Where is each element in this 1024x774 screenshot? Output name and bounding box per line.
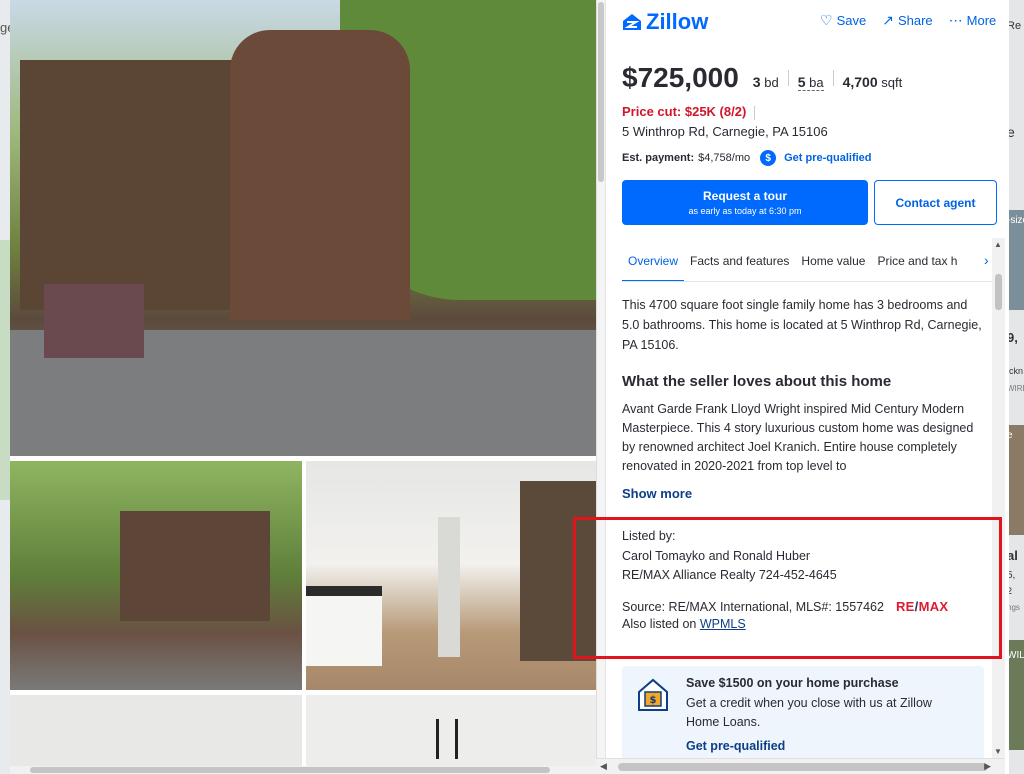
gallery-horizontal-scrollbar[interactable]	[10, 766, 596, 774]
photo-garage-door	[44, 284, 144, 358]
tab-facts-and-features[interactable]: Facts and features	[684, 238, 795, 281]
request-tour-label: Request a tour	[702, 189, 787, 203]
promo-body: Get a credit when you close with us at Z…	[686, 696, 932, 729]
gallery-photo[interactable]	[306, 695, 596, 774]
screen: ge Re e -size 9, ickn WI	[0, 0, 1024, 774]
divider	[832, 70, 834, 86]
beds-stat: 3 bd	[753, 74, 779, 90]
divider	[787, 70, 789, 86]
price-summary: $725,000 3 bd 5 ba 4,700 sqft	[622, 62, 902, 94]
gallery-photo[interactable]	[306, 461, 596, 690]
contact-agent-button[interactable]: Contact agent	[874, 180, 997, 225]
background-map	[0, 240, 10, 500]
est-payment-label: Est. payment:	[622, 152, 695, 164]
seller-description: Avant Garde Frank Lloyd Wright inspired …	[622, 402, 974, 473]
share-label: Share	[897, 13, 933, 28]
scroll-right-arrow-icon[interactable]: ▶	[984, 761, 991, 772]
background-text-fragment: ickn	[1007, 366, 1024, 376]
detail-tabs: Overview Facts and features Home value P…	[622, 238, 998, 282]
get-prequalified-link[interactable]: Get pre-qualified	[784, 152, 871, 164]
dollar-icon: $	[760, 150, 777, 166]
est-payment-value: $4,758/mo	[698, 152, 751, 164]
price-cut-text: Price cut: $25K (8/2)	[622, 104, 747, 119]
photo-house-block	[120, 511, 270, 621]
home-description: This 4700 square foot single family home…	[622, 298, 982, 352]
scrollbar-thumb[interactable]	[995, 274, 1002, 310]
save-label: Save	[836, 13, 867, 28]
zillow-logo[interactable]: Zillow	[622, 9, 708, 35]
gallery-photo-main[interactable]	[10, 0, 596, 456]
tab-overview[interactable]: Overview	[622, 238, 685, 281]
share-icon: ↗	[882, 12, 894, 28]
scrollbar-thumb[interactable]	[30, 767, 550, 773]
scrollbar-thumb[interactable]	[598, 2, 604, 182]
promo-title: Save $1500 on your home purchase	[686, 676, 899, 690]
background-text-fragment: WIRE	[1007, 384, 1024, 393]
photo-kitchen-counter	[306, 586, 382, 666]
photo-house-tower	[230, 30, 410, 320]
beds-unit: bd	[764, 75, 779, 90]
sqft-unit: sqft	[881, 75, 903, 90]
scrollbar-thumb[interactable]	[618, 763, 988, 771]
header-actions: ♡ Save ↗ Share ⋯ More	[820, 12, 996, 29]
svg-text:$: $	[650, 695, 657, 706]
background-text-fragment: WIL	[1007, 650, 1024, 661]
house-dollar-icon: $	[638, 678, 668, 711]
baths-unit: ba	[809, 75, 824, 90]
show-more-button[interactable]: Show more	[622, 486, 988, 501]
scroll-up-arrow-icon[interactable]: ▲	[994, 240, 1002, 249]
photo-gallery	[10, 0, 596, 774]
beds-value: 3	[752, 74, 761, 90]
heart-icon: ♡	[820, 12, 833, 28]
gallery-photo[interactable]	[10, 695, 302, 774]
zillow-logo-text: Zillow	[646, 9, 709, 34]
share-button[interactable]: ↗ Share	[882, 12, 932, 29]
scroll-left-arrow-icon[interactable]: ◀	[600, 761, 607, 772]
save-button[interactable]: ♡ Save	[820, 12, 866, 29]
zillow-logo-icon	[623, 14, 641, 30]
baths-value: 5	[797, 74, 806, 90]
promo-prequalify-link[interactable]: Get pre-qualified	[686, 739, 785, 753]
listing-price: $725,000	[622, 62, 739, 93]
more-label: More	[966, 13, 997, 28]
tab-price-and-tax[interactable]: Price and tax h	[871, 238, 963, 281]
background-page-left: ge	[0, 0, 14, 774]
request-tour-sublabel: as early as today at 6:30 pm	[688, 206, 802, 216]
panel-vertical-scrollbar[interactable]: ▲ ▼	[992, 238, 1005, 758]
sqft-value: 4,700	[842, 74, 878, 90]
price-cut-badge: Price cut: $25K (8/2)	[622, 104, 756, 120]
photo-pendant-lamp	[436, 719, 458, 759]
listing-address: 5 Winthrop Rd, Carnegie, PA 15106	[622, 124, 828, 139]
background-text-fragment: Re	[1007, 20, 1022, 32]
gallery-photo[interactable]	[10, 461, 302, 690]
more-button[interactable]: ⋯ More	[949, 12, 997, 29]
sqft-stat: 4,700 sqft	[843, 74, 903, 90]
highlight-box	[573, 517, 1002, 659]
panel-horizontal-scrollbar[interactable]: ◀ ▶	[596, 758, 1005, 774]
estimated-payment: Est. payment: $4,758/mo $ Get pre-qualif…	[622, 150, 872, 166]
seller-section-heading: What the seller loves about this home	[622, 373, 892, 390]
request-tour-button[interactable]: Request a tour as early as today at 6:30…	[622, 180, 868, 225]
baths-stat[interactable]: 5 ba	[797, 74, 824, 91]
background-text-fragment: -size	[1007, 215, 1024, 226]
more-dots-icon: ⋯	[948, 12, 963, 28]
photo-pillar	[438, 517, 460, 657]
scroll-down-arrow-icon[interactable]: ▼	[994, 747, 1002, 756]
tab-home-value[interactable]: Home value	[795, 238, 871, 281]
divider	[754, 105, 756, 120]
